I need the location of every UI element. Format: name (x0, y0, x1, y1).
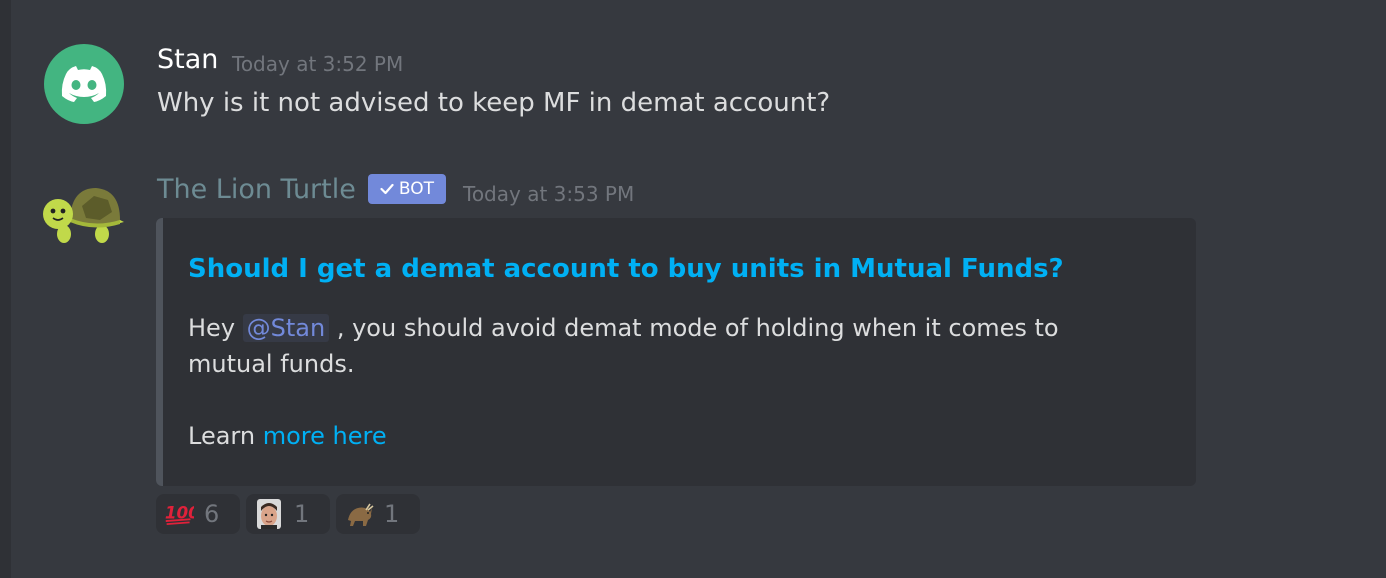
message-text: Why is it not advised to keep MF in dema… (157, 88, 831, 118)
face-emoji-icon (254, 499, 284, 529)
discord-logo-icon (61, 66, 107, 102)
timestamp: Today at 3:53 PM (463, 182, 635, 206)
avatar[interactable] (42, 178, 124, 258)
user-mention[interactable]: @Stan (242, 314, 330, 342)
reaction-hundred[interactable]: 100 6 (156, 494, 240, 534)
reactions: 100 6 1 (156, 494, 420, 534)
embed-text: Learn (188, 422, 263, 450)
reaction-count: 1 (384, 500, 400, 528)
bot-tag-label: BOT (398, 179, 435, 199)
avatar[interactable] (44, 44, 124, 124)
embed-title: Should I get a demat account to buy unit… (188, 254, 1064, 284)
embed-accent-bar (156, 218, 163, 486)
reaction-face[interactable]: 1 (246, 494, 330, 534)
reaction-count: 1 (294, 500, 310, 528)
reaction-count: 6 (204, 500, 220, 528)
embed-text: Hey (188, 314, 243, 342)
embed-description: Hey @Stan , you should avoid demat mode … (188, 310, 1148, 454)
username[interactable]: The Lion Turtle (157, 174, 356, 205)
embed: Should I get a demat account to buy unit… (156, 218, 1196, 486)
bot-tag: BOT (368, 174, 446, 204)
bull-emoji-icon (344, 499, 374, 529)
turtle-icon (43, 188, 124, 243)
username[interactable]: Stan (157, 44, 218, 75)
learn-more-link[interactable]: more here (263, 422, 387, 450)
reaction-bull[interactable]: 1 (336, 494, 420, 534)
hundred-points-icon: 100 (164, 499, 194, 529)
checkmark-icon (380, 183, 394, 195)
timestamp: Today at 3:52 PM (232, 52, 404, 76)
channel-edge (0, 0, 11, 578)
